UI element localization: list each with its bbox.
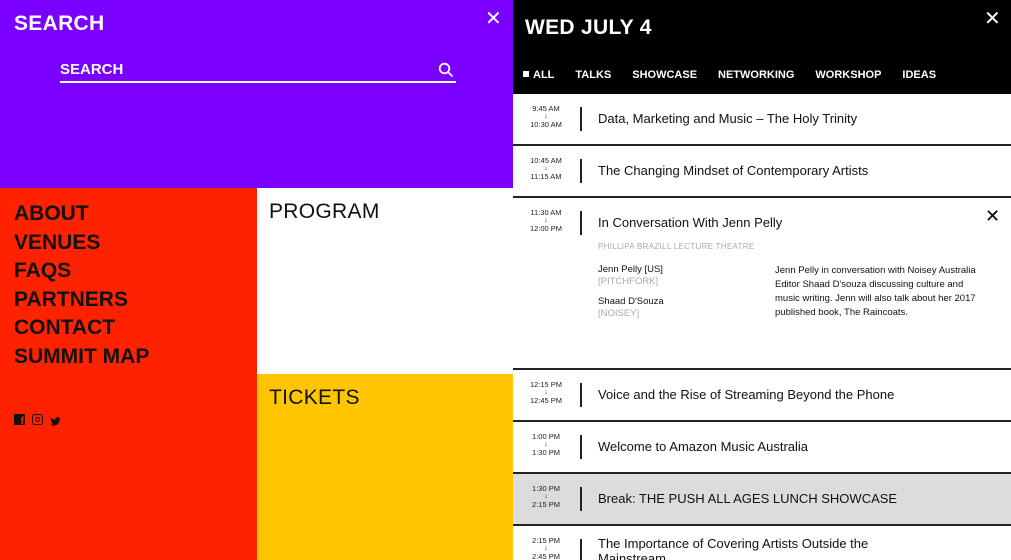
session-title[interactable]: Welcome to Amazon Music Australia [598,439,808,454]
filter-tabs: ALL TALKS SHOWCASE NETWORKING WORKSHOP I… [523,69,957,81]
social-links [14,414,61,427]
search-input[interactable] [60,61,438,78]
divider [580,107,582,131]
session-start: 1:30 PM [532,484,560,493]
tickets-link[interactable]: TICKETS [269,386,360,410]
session-row[interactable]: 10:45 AM ↓ 11:15 AM The Changing Mindset… [513,146,1011,198]
session-list: 9:45 AM ↓ 10:30 AM Data, Marketing and M… [513,94,1011,560]
filter-ideas[interactable]: IDEAS [902,69,936,81]
speaker-org: [PITCHFORK] [598,276,659,287]
session-time: 10:45 AM ↓ 11:15 AM [526,156,566,181]
session-end: 12:45 PM [529,396,563,405]
divider [580,383,582,407]
session-end: 10:30 AM [530,120,562,129]
session-time: 1:00 PM ↓ 1:30 PM [526,432,566,457]
search-box [60,58,456,83]
session-row-expanded[interactable]: 11:30 AM ↓ 12:00 PM In Conversation With… [513,198,1011,370]
speaker-name: Jenn Pelly [US] [598,264,663,275]
arrow-down-icon: ↓ [544,545,548,552]
session-time: 1:30 PM ↓ 2:15 PM [526,484,566,509]
divider [580,159,582,183]
collapse-session-icon[interactable]: ✕ [985,206,1000,227]
nav-item-contact[interactable]: CONTACT [14,314,149,343]
session-venue: PHILLIPA BRAZILL LECTURE THEATRE [598,242,755,251]
session-row[interactable]: 12:15 PM ↓ 12:45 PM Voice and the Rise o… [513,370,1011,422]
nav-item-about[interactable]: ABOUT [14,200,149,229]
session-start: 12:15 PM [529,380,563,389]
arrow-down-icon: ↓ [544,113,548,120]
divider [580,211,582,235]
speaker-name: Shaad D'Souza [598,296,664,307]
filter-all[interactable]: ALL [523,69,554,81]
instagram-icon[interactable] [32,414,43,425]
search-title: SEARCH [14,12,105,35]
nav-item-faqs[interactable]: FAQS [14,257,149,286]
schedule-panel: WED JULY 4 ✕ ALL TALKS SHOWCASE NETWORKI… [513,0,1011,560]
divider [580,487,582,511]
search-close-icon[interactable]: ✕ [485,9,502,29]
session-time: 2:15 PM ↓ 2:45 PM [526,536,566,560]
session-end: 11:15 AM [530,172,562,181]
arrow-down-icon: ↓ [544,165,548,172]
session-start: 9:45 AM [532,104,560,113]
speaker-list: Jenn Pelly [US] [PITCHFORK] Shaad D'Souz… [598,264,664,328]
day-title: WED JULY 4 [525,16,652,39]
speaker-org: [NOISEY] [598,308,640,319]
session-start: 11:30 AM [530,208,562,217]
session-title[interactable]: The Importance of Covering Artists Outsi… [598,536,928,560]
session-title[interactable]: The Changing Mindset of Contemporary Art… [598,163,868,178]
tickets-panel[interactable]: TICKETS [257,374,513,560]
program-panel[interactable]: PROGRAM [257,188,513,374]
arrow-down-icon: ↓ [544,493,548,500]
schedule-close-icon[interactable]: ✕ [984,9,1001,29]
session-time: 9:45 AM ↓ 10:30 AM [526,104,566,129]
nav-item-summit-map[interactable]: SUMMIT MAP [14,343,149,372]
main-nav-panel: ABOUT VENUES FAQS PARTNERS CONTACT SUMMI… [0,188,257,560]
session-title[interactable]: In Conversation With Jenn Pelly [598,215,782,230]
session-end: 2:15 PM [532,500,560,509]
session-time: 12:15 PM ↓ 12:45 PM [526,380,566,405]
nav-item-venues[interactable]: VENUES [14,229,149,258]
facebook-icon[interactable] [14,414,25,427]
search-icon[interactable] [438,62,454,78]
divider [580,539,582,560]
session-row[interactable]: 9:45 AM ↓ 10:30 AM Data, Marketing and M… [513,94,1011,146]
session-title[interactable]: Data, Marketing and Music – The Holy Tri… [598,111,857,126]
filter-showcase[interactable]: SHOWCASE [632,69,697,81]
session-row[interactable]: 2:15 PM ↓ 2:45 PM The Importance of Cove… [513,526,1011,560]
session-row[interactable]: 1:00 PM ↓ 1:30 PM Welcome to Amazon Musi… [513,422,1011,474]
session-row-break[interactable]: 1:30 PM ↓ 2:15 PM Break: THE PUSH ALL AG… [513,474,1011,526]
arrow-down-icon: ↓ [544,441,548,448]
nav-item-partners[interactable]: PARTNERS [14,286,149,315]
session-time: 11:30 AM ↓ 12:00 PM [526,208,566,233]
session-title[interactable]: Voice and the Rise of Streaming Beyond t… [598,387,894,402]
program-link[interactable]: PROGRAM [269,200,380,224]
divider [580,435,582,459]
filter-workshop[interactable]: WORKSHOP [815,69,881,81]
schedule-header: WED JULY 4 ✕ ALL TALKS SHOWCASE NETWORKI… [513,0,1011,94]
session-start: 1:00 PM [532,432,560,441]
session-start: 10:45 AM [530,156,562,165]
session-description: Jenn Pelly in conversation with Noisey A… [775,265,976,318]
filter-talks[interactable]: TALKS [575,69,611,81]
arrow-down-icon: ↓ [544,389,548,396]
arrow-down-icon: ↓ [544,217,548,224]
filter-networking[interactable]: NETWORKING [718,69,794,81]
session-start: 2:15 PM [532,536,560,545]
session-end: 2:45 PM [532,552,560,560]
session-end: 12:00 PM [529,224,563,233]
session-end: 1:30 PM [532,448,560,457]
session-title[interactable]: Break: THE PUSH ALL AGES LUNCH SHOWCASE [598,491,897,506]
search-panel: SEARCH ✕ [0,0,513,188]
twitter-icon[interactable] [50,414,61,426]
main-nav: ABOUT VENUES FAQS PARTNERS CONTACT SUMMI… [14,200,149,371]
